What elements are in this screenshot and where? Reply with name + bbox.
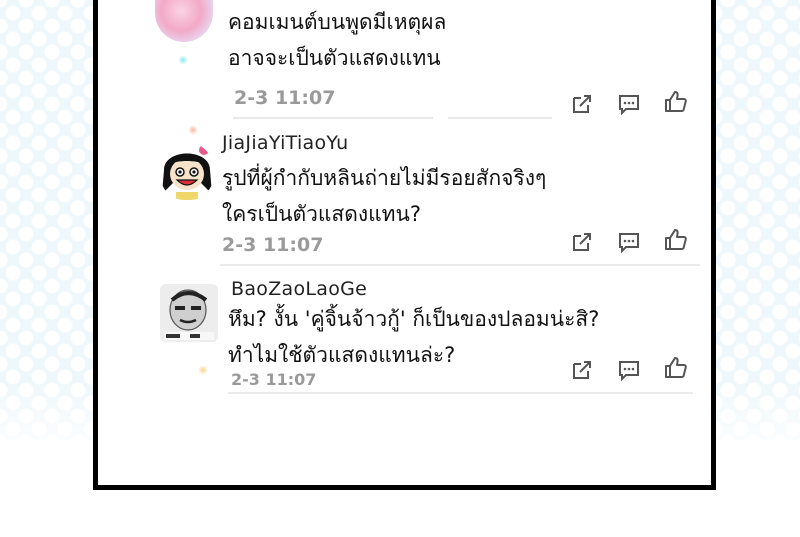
reply-button[interactable] [617,230,641,254]
share-button[interactable] [570,230,594,254]
reply-button[interactable] [617,358,641,382]
comment-line: คอมเมนต์บนพูดมีเหตุผล [228,10,447,34]
comment-line: ใครเป็นตัวแสดงแทน? [222,202,421,226]
share-icon [573,361,591,379]
avatar[interactable] [160,142,214,200]
comment-icon [619,95,639,116]
comment-text: คอมเมนต์บนพูดมีเหตุผล อาจจะเป็นตัวแสดงแท… [228,4,446,76]
comment-date: 2-3 11:07 [234,87,336,109]
sparkle-decoration [178,55,188,65]
comment-icon [619,361,639,382]
username[interactable]: JiaJiaYiTiaoYu [222,132,349,154]
cartoon-face-icon [162,145,212,200]
divider [228,392,693,394]
username[interactable]: BaoZaoLaoGe [231,278,367,300]
comment-line: รูปที่ผู้กำกับหลินถ่ายไม่มีรอยสักจริงๆ [222,166,547,190]
sparkle-decoration [188,125,198,135]
comment-line: ทำไมใช้ตัวแสดงแทนล่ะ? [228,343,456,367]
reply-button[interactable] [617,92,641,116]
meme-face-icon [160,284,218,342]
like-button[interactable] [664,228,688,252]
avatar[interactable] [160,284,218,342]
share-button[interactable] [570,92,594,116]
divider [448,117,552,119]
share-icon [573,95,591,113]
divider [233,117,433,119]
sparkle-decoration [198,365,208,375]
thumbs-up-icon [665,357,687,378]
comment-panel: คอมเมนต์บนพูดมีเหตุผล อาจจะเป็นตัวแสดงแท… [93,0,716,490]
comment-line: หึม? งั้น 'คู่จิ้นจ้าวกู้' ก็เป็นของปลอม… [228,307,600,331]
comment-icon [619,233,639,254]
share-icon [573,233,591,251]
comment-text: หึม? งั้น 'คู่จิ้นจ้าวกู้' ก็เป็นของปลอม… [228,301,599,373]
comment-text: รูปที่ผู้กำกับหลินถ่ายไม่มีรอยสักจริงๆ ใ… [222,160,546,232]
divider [220,264,700,266]
avatar[interactable] [155,0,213,42]
comment-line: อาจจะเป็นตัวแสดงแทน [228,46,441,70]
like-button[interactable] [664,90,688,114]
thumbs-up-icon [665,229,687,250]
comment-date: 2-3 11:07 [231,370,317,389]
comment-date: 2-3 11:07 [222,234,324,256]
thumbs-up-icon [665,91,687,112]
share-button[interactable] [570,358,594,382]
like-button[interactable] [664,356,688,380]
